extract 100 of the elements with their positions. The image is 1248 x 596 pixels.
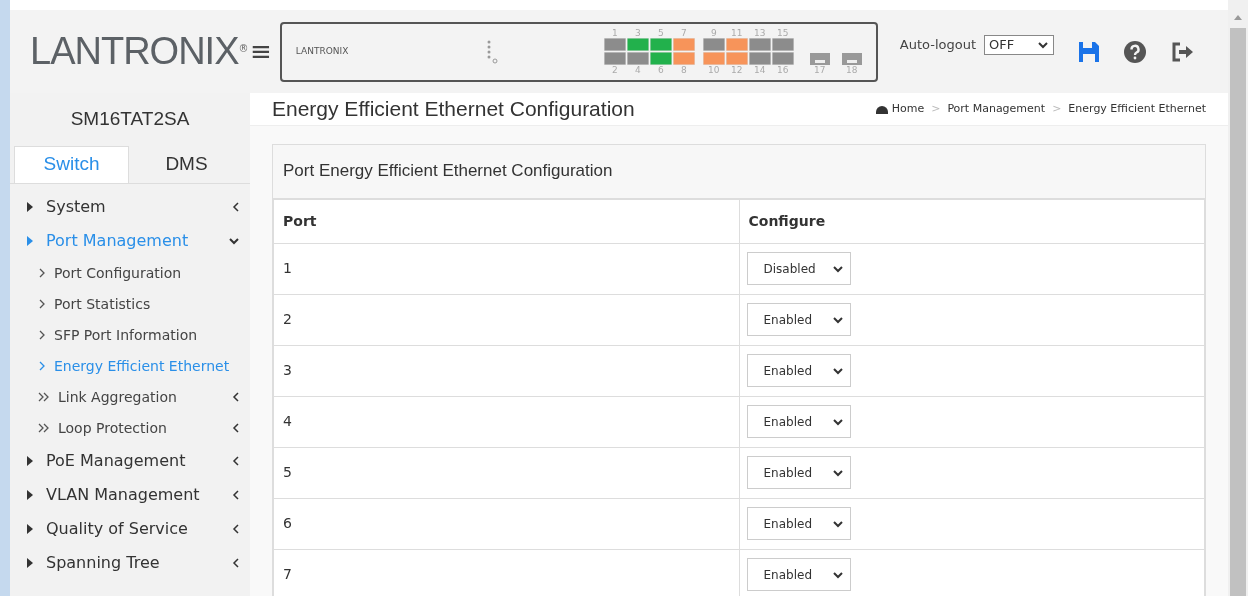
page-title: Energy Efficient Ethernet Configuration xyxy=(272,96,635,122)
port-number: 8 xyxy=(680,65,687,75)
chevron-left-icon xyxy=(232,392,240,402)
port-number: 5 xyxy=(657,28,664,38)
dashboard-icon xyxy=(875,103,888,115)
port-cell: 6 xyxy=(273,498,739,549)
nav-item[interactable]: Spanning Tree xyxy=(10,545,250,580)
caret-icon xyxy=(26,235,34,246)
chevron-left-icon xyxy=(232,423,240,433)
port-number: 18 xyxy=(846,65,858,75)
breadcrumb-separator: > xyxy=(1052,100,1062,117)
port-number: 4 xyxy=(634,65,641,75)
port-number: 16 xyxy=(777,65,789,75)
chevron-left-icon xyxy=(232,523,240,534)
chevron-left-icon xyxy=(232,201,240,212)
double-chevron-icon xyxy=(38,392,50,402)
caret-icon xyxy=(26,455,34,466)
ethernet-port-icon[interactable] xyxy=(603,52,626,65)
ethernet-port-icon[interactable] xyxy=(702,52,725,65)
port-number: 15 xyxy=(777,28,789,38)
configure-select[interactable]: Enabled xyxy=(746,354,851,387)
configure-select[interactable]: Enabled xyxy=(746,558,851,591)
caret-icon xyxy=(26,557,34,568)
ethernet-port-icon[interactable] xyxy=(672,52,695,65)
nav-item[interactable]: System xyxy=(10,189,250,224)
port-number: 17 xyxy=(814,65,826,75)
chevron-down-icon xyxy=(1037,39,1050,51)
scrollbar-thumb[interactable] xyxy=(1230,28,1246,596)
sidebar-tab[interactable]: DMS xyxy=(129,145,244,183)
nav-subitem[interactable]: Port Configuration xyxy=(10,257,250,289)
device-name: SM16TAT2SA xyxy=(69,107,191,131)
port-number: 9 xyxy=(710,28,717,38)
port-number: 13 xyxy=(754,28,766,38)
led-indicator-icon xyxy=(485,38,498,65)
breadcrumb-separator: > xyxy=(931,100,941,117)
ethernet-port-icon[interactable] xyxy=(649,52,672,65)
configure-select[interactable]: Enabled xyxy=(746,456,851,489)
help-icon[interactable] xyxy=(1124,40,1147,63)
port-cell: 7 xyxy=(273,549,739,596)
auto-logout-select[interactable]: OFF xyxy=(984,35,1055,55)
sfp-port-icon[interactable] xyxy=(809,53,830,65)
port-cell: 5 xyxy=(273,447,739,498)
port-number: 10 xyxy=(708,65,720,75)
chevron-right-icon xyxy=(38,330,46,340)
ethernet-port-icon[interactable] xyxy=(748,52,771,65)
ethernet-port-icon[interactable] xyxy=(771,52,794,65)
ethernet-port-icon[interactable] xyxy=(626,52,649,65)
breadcrumb-link[interactable]: Port Management xyxy=(947,100,1046,117)
chevron-left-icon xyxy=(232,557,240,568)
port-number: 3 xyxy=(634,28,641,38)
configure-select[interactable]: Enabled xyxy=(746,303,851,336)
ethernet-port-icon[interactable] xyxy=(672,38,695,51)
configure-select[interactable]: Disabled xyxy=(746,252,851,285)
auto-logout-label: Auto-logout xyxy=(899,36,977,55)
panel-logo: LANTRONIX xyxy=(295,44,350,58)
caret-icon xyxy=(26,201,34,212)
logo: LANTRONIX xyxy=(30,29,239,74)
ethernet-port-icon[interactable] xyxy=(748,38,771,51)
ethernet-port-icon[interactable] xyxy=(649,38,672,51)
port-number: 2 xyxy=(611,65,618,75)
ethernet-port-icon[interactable] xyxy=(603,38,626,51)
column-header: Port xyxy=(273,199,739,243)
chevron-right-icon xyxy=(38,361,46,371)
port-cell: 1 xyxy=(273,243,739,294)
port-number: 12 xyxy=(731,65,743,75)
ethernet-port-icon[interactable] xyxy=(626,38,649,51)
caret-icon xyxy=(26,523,34,534)
sfp-port-icon[interactable] xyxy=(841,53,862,65)
port-cell: 3 xyxy=(273,345,739,396)
port-number: 11 xyxy=(731,28,743,38)
ethernet-port-icon[interactable] xyxy=(725,52,748,65)
nav-subitem[interactable]: Link Aggregation xyxy=(10,381,250,413)
port-cell: 2 xyxy=(273,294,739,345)
ethernet-port-icon[interactable] xyxy=(702,38,725,51)
nav-subitem[interactable]: Loop Protection xyxy=(10,412,250,444)
chevron-left-icon xyxy=(232,489,240,500)
configure-select[interactable]: Enabled xyxy=(746,405,851,438)
breadcrumb-link[interactable]: Energy Efficient Ethernet xyxy=(1068,100,1206,117)
nav-item[interactable]: PoE Management xyxy=(10,443,250,478)
logout-icon[interactable] xyxy=(1170,40,1195,63)
breadcrumb-link[interactable]: Home xyxy=(891,100,925,117)
port-number: 7 xyxy=(680,28,687,38)
menu-button[interactable]: ≡ xyxy=(246,32,276,71)
save-icon[interactable] xyxy=(1078,40,1101,63)
port-cell: 4 xyxy=(273,396,739,447)
chevron-right-icon xyxy=(38,299,46,309)
port-number: 1 xyxy=(611,28,618,38)
chevron-left-icon xyxy=(232,455,240,466)
configure-select[interactable]: Enabled xyxy=(746,507,851,540)
scroll-up-icon[interactable] xyxy=(1234,14,1242,20)
ethernet-port-icon[interactable] xyxy=(725,38,748,51)
column-header: Configure xyxy=(739,199,1205,243)
nav-item[interactable]: Quality of Service xyxy=(10,511,250,546)
nav-subitem[interactable]: SFP Port Information xyxy=(10,319,250,351)
caret-icon xyxy=(26,489,34,500)
nav-subitem[interactable]: Port Statistics xyxy=(10,288,250,320)
port-number: 6 xyxy=(657,65,664,75)
ethernet-port-icon[interactable] xyxy=(771,38,794,51)
nav-item[interactable]: VLAN Management xyxy=(10,477,250,512)
double-chevron-icon xyxy=(38,423,50,433)
